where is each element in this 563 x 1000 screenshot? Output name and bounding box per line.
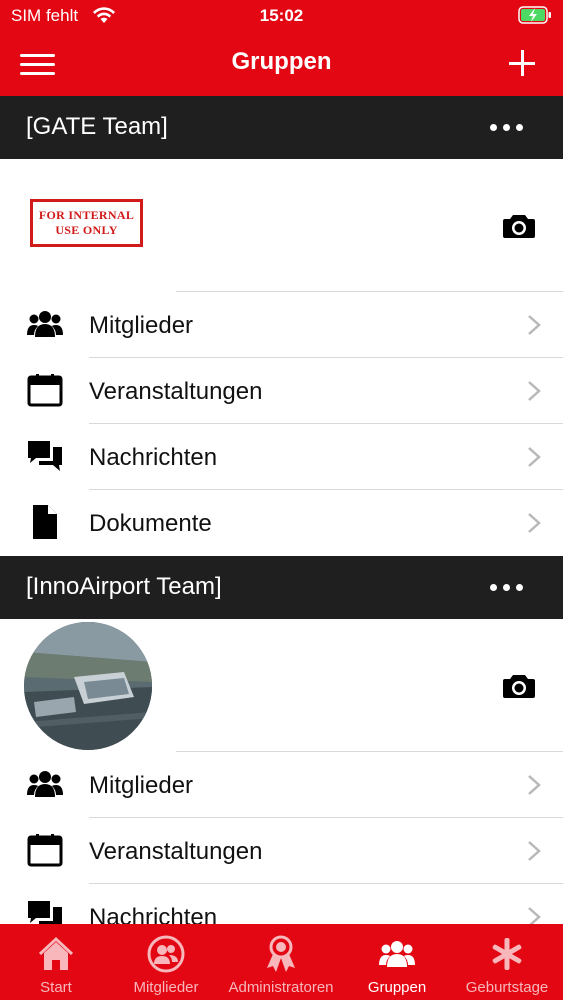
- menu-row-events[interactable]: Veranstaltungen: [0, 818, 563, 884]
- chevron-right-icon: [528, 775, 541, 795]
- group-icon: [379, 941, 415, 967]
- tab-label: Geburtstage: [465, 979, 549, 996]
- group-image: FOR INTERNAL USE ONLY: [30, 199, 143, 247]
- battery-charging-icon: [518, 6, 551, 24]
- menu-row-documents[interactable]: Dokumente: [0, 490, 563, 556]
- group-header: [InnoAirport Team]: [0, 556, 563, 619]
- menu-row-label: Mitglieder: [89, 772, 194, 799]
- tab-label: Gruppen: [367, 979, 427, 996]
- chevron-right-icon: [528, 513, 541, 533]
- more-options-icon[interactable]: [488, 118, 524, 138]
- camera-icon[interactable]: [502, 213, 536, 239]
- menu-row-members[interactable]: Mitglieder: [0, 752, 563, 818]
- chevron-right-icon: [528, 447, 541, 467]
- home-icon: [38, 936, 74, 970]
- chevron-right-icon: [528, 315, 541, 335]
- tab-groups[interactable]: Gruppen: [341, 924, 453, 1000]
- page-title: Gruppen: [231, 48, 332, 75]
- group-avatar: [24, 622, 152, 750]
- tab-administrators[interactable]: Administratoren: [225, 924, 337, 1000]
- menu-row-members[interactable]: Mitglieder: [0, 292, 563, 358]
- clock: 15:02: [259, 6, 304, 25]
- members-icon: [27, 311, 63, 337]
- tab-bar: Start Mitglieder Administratoren Gruppen…: [0, 924, 563, 1000]
- award-icon: [267, 935, 295, 972]
- airport-photo: [24, 622, 152, 750]
- menu-row-label: Veranstaltungen: [89, 838, 263, 865]
- group-name: [InnoAirport Team]: [26, 573, 222, 600]
- menu-row-label: Dokumente: [89, 510, 212, 537]
- calendar-icon: [27, 834, 63, 867]
- more-options-icon[interactable]: [488, 578, 524, 598]
- asterisk-icon: [492, 938, 522, 970]
- tab-members[interactable]: Mitglieder: [110, 924, 222, 1000]
- menu-row-label: Mitglieder: [89, 312, 194, 339]
- tab-label: Administratoren: [228, 979, 334, 996]
- menu-row-label: Veranstaltungen: [89, 378, 263, 405]
- stamp-line: FOR INTERNAL: [38, 208, 135, 222]
- menu-row-events[interactable]: Veranstaltungen: [0, 358, 563, 424]
- group-name: [GATE Team]: [26, 113, 168, 140]
- status-bar: SIM fehlt 15:02: [0, 0, 563, 32]
- document-icon: [33, 505, 57, 539]
- top-bar: SIM fehlt 15:02 Gruppen: [0, 0, 563, 96]
- tab-start[interactable]: Start: [0, 924, 112, 1000]
- add-group-button[interactable]: [509, 48, 537, 78]
- member-circle-icon: [147, 935, 185, 973]
- tab-label: Mitglieder: [133, 979, 199, 996]
- group-header: [GATE Team]: [0, 96, 563, 159]
- chevron-right-icon: [528, 841, 541, 861]
- tab-birthdays[interactable]: Geburtstage: [451, 924, 563, 1000]
- camera-icon[interactable]: [502, 673, 536, 699]
- chat-icon: [28, 441, 62, 471]
- members-icon: [27, 771, 63, 797]
- menu-row-label: Nachrichten: [89, 444, 218, 471]
- calendar-icon: [27, 374, 63, 407]
- tab-label: Start: [40, 979, 72, 996]
- chevron-right-icon: [528, 381, 541, 401]
- menu-row-messages[interactable]: Nachrichten: [0, 424, 563, 490]
- stamp-line: USE ONLY: [55, 223, 118, 237]
